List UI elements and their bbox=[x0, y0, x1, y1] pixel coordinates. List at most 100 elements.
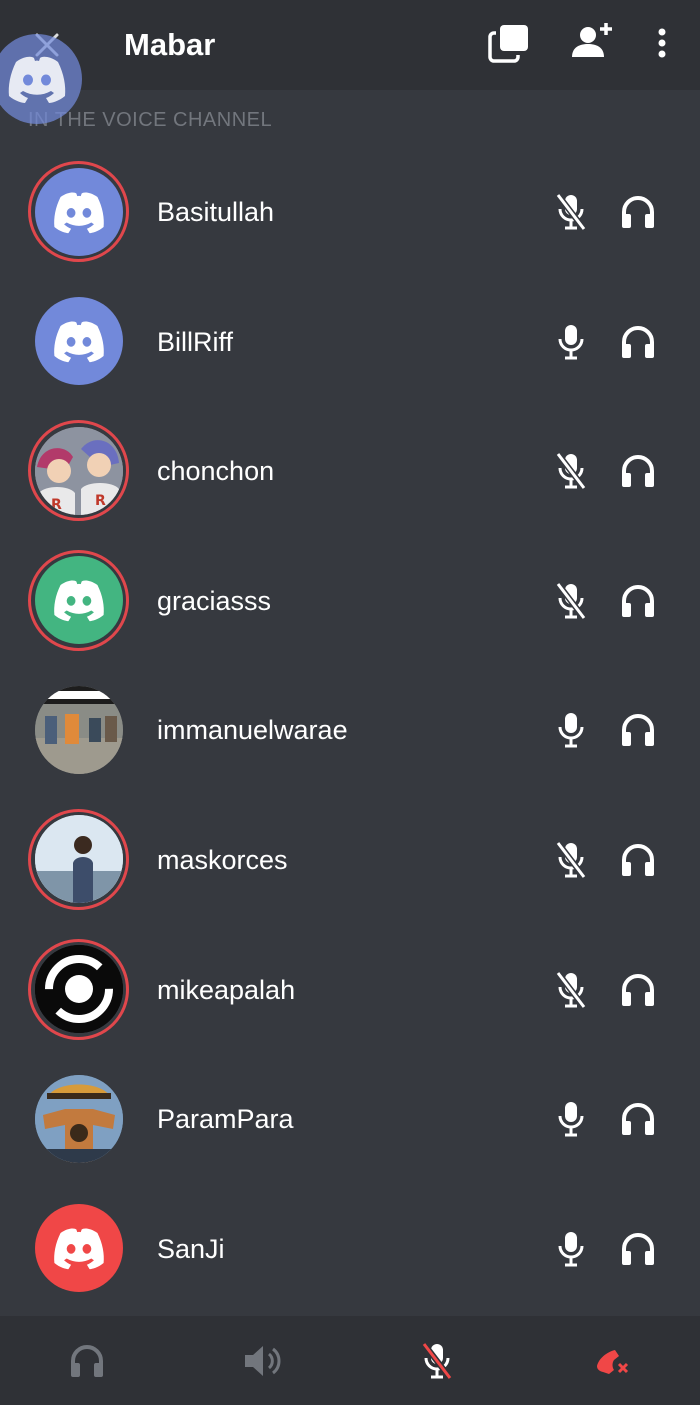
add-member-button[interactable] bbox=[566, 18, 618, 64]
participant-row[interactable]: SanJi bbox=[0, 1184, 700, 1314]
speaking-ring: R R bbox=[28, 420, 129, 522]
voice-controls-bar bbox=[0, 1316, 700, 1405]
headphone-status bbox=[618, 710, 658, 750]
headphones-icon bbox=[622, 973, 654, 1006]
headphone-status bbox=[618, 322, 658, 362]
headphone-status bbox=[618, 840, 658, 880]
participant-row[interactable]: BillRiff bbox=[0, 277, 700, 407]
mic-status bbox=[551, 322, 591, 362]
headphones-icon bbox=[622, 455, 654, 488]
mic-status bbox=[551, 840, 591, 880]
avatar-frame bbox=[28, 1068, 129, 1169]
headphones-icon bbox=[622, 1232, 654, 1265]
speaking-ring bbox=[28, 161, 129, 262]
headphone-status bbox=[618, 192, 658, 232]
avatar bbox=[34, 556, 123, 645]
participant-row[interactable]: Basitullah bbox=[0, 147, 700, 277]
mic-status bbox=[551, 1099, 591, 1139]
participant-name: graciasss bbox=[157, 585, 272, 616]
mic-status bbox=[551, 581, 591, 621]
avatar bbox=[34, 945, 123, 1034]
participant-name: mikeapalah bbox=[157, 974, 296, 1005]
discord-logo-icon bbox=[8, 56, 66, 103]
mic-status bbox=[551, 710, 591, 750]
participant-row[interactable]: ParamPara bbox=[0, 1054, 700, 1184]
mic-status bbox=[551, 451, 591, 491]
headphone-status bbox=[618, 581, 658, 621]
disconnect-icon bbox=[597, 1350, 629, 1374]
mic-status bbox=[551, 1229, 591, 1269]
mic-muted-icon bbox=[555, 452, 587, 491]
popout-button[interactable] bbox=[484, 20, 534, 66]
avatar-frame bbox=[28, 679, 129, 780]
discord-logo-icon bbox=[53, 580, 104, 622]
disconnect-button[interactable] bbox=[589, 1338, 635, 1384]
participant-name: SanJi bbox=[157, 1233, 225, 1264]
avatar-photo-icon: R R bbox=[34, 426, 123, 515]
mic-status bbox=[551, 970, 591, 1010]
avatar-photo-icon bbox=[34, 685, 123, 774]
discord-logo-icon bbox=[53, 1228, 104, 1270]
participant-name: ParamPara bbox=[157, 1104, 294, 1135]
participant-name: immanuelwarae bbox=[157, 715, 348, 746]
channel-title: Mabar bbox=[124, 27, 216, 62]
svg-text:R: R bbox=[51, 497, 62, 513]
mic-muted-icon bbox=[555, 970, 587, 1009]
mute-button[interactable] bbox=[414, 1338, 460, 1384]
headphone-status bbox=[618, 451, 658, 491]
participant-row[interactable]: maskorces bbox=[0, 795, 700, 925]
mic-status bbox=[551, 192, 591, 232]
avatar-frame bbox=[28, 291, 129, 392]
participant-list: Basitullah BillRiff R R chonchon gracias… bbox=[0, 147, 700, 1313]
speaker-button[interactable] bbox=[239, 1338, 285, 1384]
speaking-ring bbox=[28, 938, 129, 1040]
participant-name: Basitullah bbox=[157, 197, 275, 227]
voice-channel-header: Mabar bbox=[0, 0, 700, 90]
avatar bbox=[34, 685, 123, 774]
participant-name: chonchon bbox=[157, 456, 275, 487]
add-user-icon bbox=[572, 23, 612, 57]
svg-text:R: R bbox=[95, 493, 106, 509]
speaker-icon bbox=[245, 1346, 281, 1376]
headphones-icon bbox=[622, 196, 654, 228]
participant-row[interactable]: R R chonchon bbox=[0, 406, 700, 536]
mic-icon bbox=[558, 713, 584, 748]
avatar bbox=[34, 1204, 123, 1293]
discord-logo-icon bbox=[53, 191, 104, 233]
headphone-status bbox=[618, 1229, 658, 1269]
speaking-ring bbox=[28, 549, 129, 651]
participant-row[interactable]: graciasss bbox=[0, 536, 700, 666]
avatar-photo-icon bbox=[34, 815, 123, 904]
avatar bbox=[34, 1074, 123, 1163]
avatar bbox=[34, 815, 123, 904]
headphones-icon bbox=[71, 1345, 103, 1377]
headphones-icon bbox=[622, 1103, 654, 1136]
participant-row[interactable]: immanuelwarae bbox=[0, 665, 700, 795]
avatar-photo-icon bbox=[34, 1074, 123, 1163]
more-options-button[interactable] bbox=[644, 20, 680, 66]
discord-logo-icon bbox=[53, 321, 104, 363]
popout-icon bbox=[488, 25, 528, 63]
avatar bbox=[34, 297, 123, 386]
mic-icon bbox=[558, 1102, 584, 1137]
speaking-ring bbox=[28, 808, 129, 910]
avatar-frame bbox=[28, 1198, 129, 1299]
mic-icon bbox=[558, 1231, 584, 1267]
headphone-status bbox=[618, 1099, 658, 1139]
headphones-icon bbox=[622, 714, 654, 747]
headphone-status bbox=[618, 970, 658, 1010]
mic-muted-icon bbox=[555, 581, 587, 620]
mic-muted-icon bbox=[555, 841, 587, 879]
mic-muted-icon bbox=[555, 193, 587, 231]
participant-name: maskorces bbox=[157, 844, 288, 875]
headphones-icon bbox=[622, 325, 654, 358]
participant-name: BillRiff bbox=[157, 326, 234, 357]
more-vertical-icon bbox=[658, 28, 666, 58]
mic-icon bbox=[558, 324, 584, 360]
avatar bbox=[34, 167, 123, 256]
deafen-button[interactable] bbox=[64, 1338, 110, 1384]
participant-row[interactable]: mikeapalah bbox=[0, 925, 700, 1055]
swirl-logo-icon bbox=[34, 945, 123, 1034]
headphones-icon bbox=[622, 844, 654, 876]
avatar: R R bbox=[34, 426, 123, 515]
